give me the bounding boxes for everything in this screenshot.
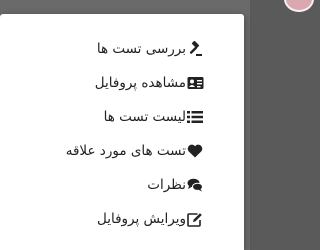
- heart-icon: [186, 142, 204, 160]
- menu-item-tests-list[interactable]: لیست تست ها: [0, 100, 244, 134]
- menu-item-label: نظرات: [147, 177, 186, 193]
- avatar[interactable]: [284, 0, 314, 12]
- list-icon: [186, 108, 204, 126]
- menu-item-review-tests[interactable]: بررسی تست ها: [0, 32, 244, 66]
- menu-item-label: بررسی تست ها: [96, 41, 186, 57]
- menu-item-comments[interactable]: نظرات: [0, 168, 244, 202]
- menu-item-view-profile[interactable]: مشاهده پروفایل: [0, 66, 244, 100]
- menu-item-favorite-tests[interactable]: تست های مورد علاقه: [0, 134, 244, 168]
- menu-item-label: مشاهده پروفایل: [94, 75, 186, 91]
- menu-item-label: تست های مورد علاقه: [65, 143, 186, 159]
- menu-item-label: لیست تست ها: [103, 109, 186, 125]
- id-card-icon: [186, 74, 204, 92]
- profile-dropdown-menu: بررسی تست ها مشاهده پروفایل لیست تست ها …: [0, 14, 244, 250]
- menu-item-label: ویرایش پروفایل: [96, 211, 186, 227]
- gavel-icon: [186, 40, 204, 58]
- menu-item-edit-profile[interactable]: ویرایش پروفایل: [0, 202, 244, 236]
- edit-icon: [186, 210, 204, 228]
- comments-icon: [186, 176, 204, 194]
